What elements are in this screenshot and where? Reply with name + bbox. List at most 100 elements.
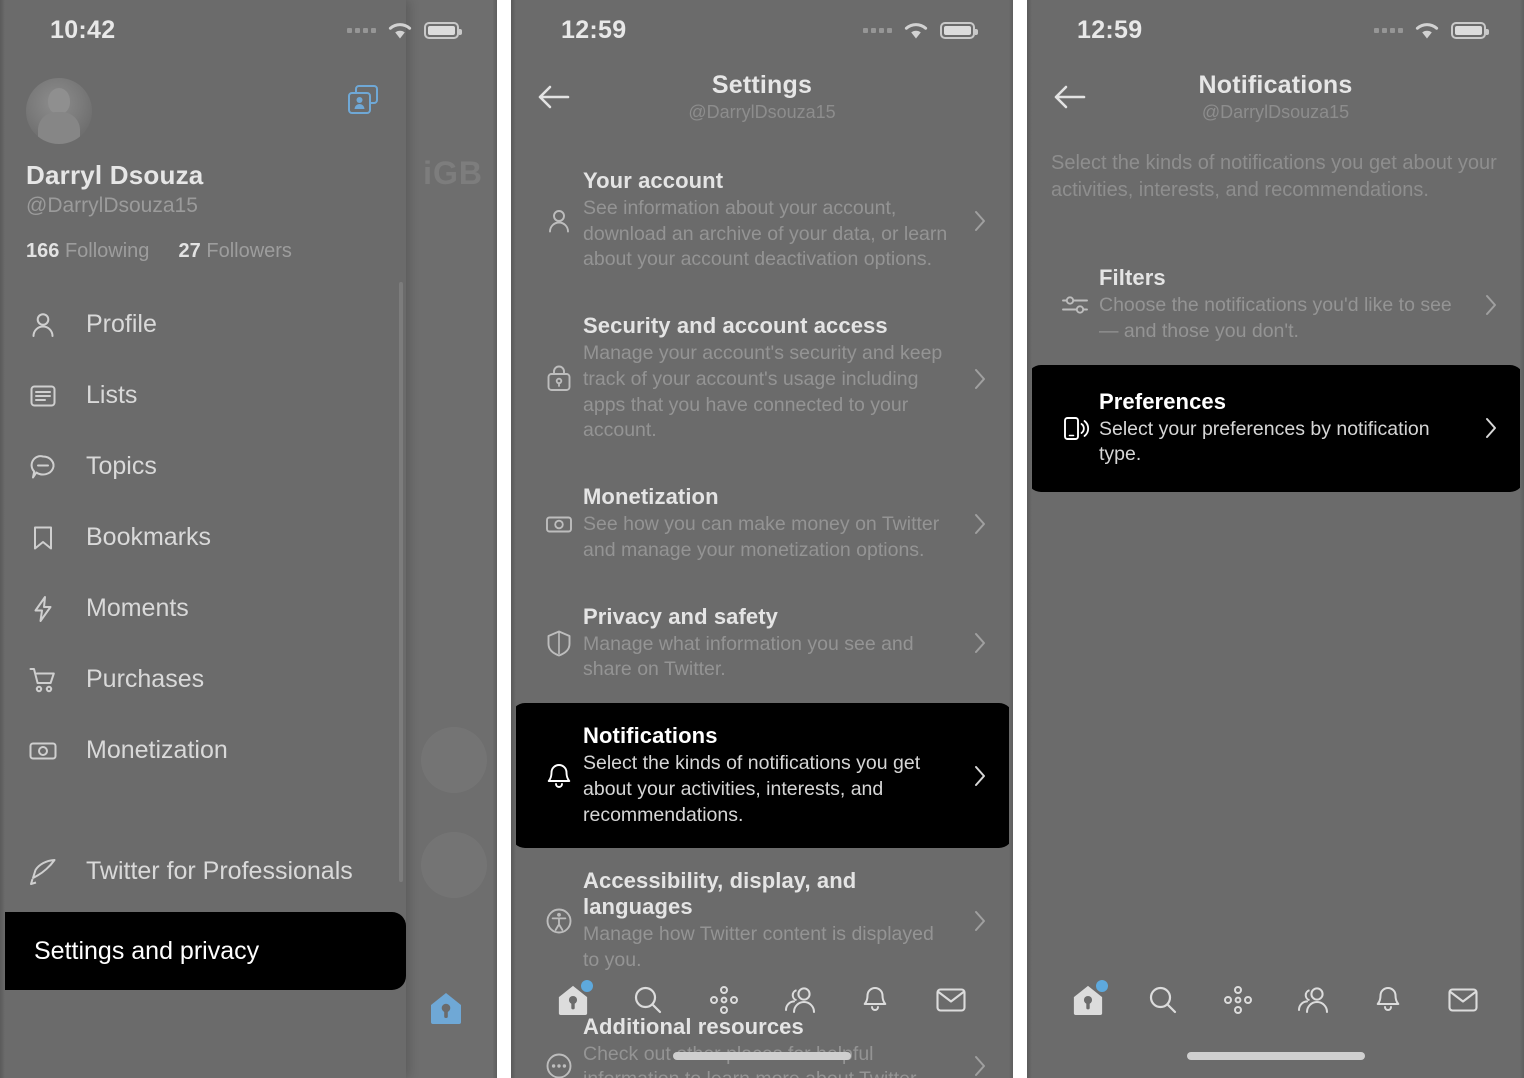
settings-row-title: Accessibility, display, and languages — [583, 868, 857, 920]
switch-account-icon[interactable] — [346, 84, 380, 116]
sidebar-item-lists[interactable]: Lists — [0, 360, 406, 431]
sidebar-item-profile[interactable]: Profile — [0, 289, 406, 360]
bookmark-icon — [26, 523, 60, 553]
chevron-right-icon — [1478, 293, 1504, 317]
panel-gap — [497, 0, 511, 1078]
phone-panel-drawer: iGB 10:42 Darryl Dsouza @DarrylDsouza15 … — [0, 0, 497, 1078]
three-phone-screenshot-stage: iGB 10:42 Darryl Dsouza @DarrylDsouza15 … — [0, 0, 1524, 1078]
signal-dots-icon — [863, 27, 892, 33]
chevron-right-icon — [967, 909, 993, 933]
notifications-row-filters[interactable]: Filters Choose the notifications you'd l… — [1027, 245, 1524, 364]
status-bar: 12:59 — [511, 0, 1013, 60]
sidebar-item-twitter-for-professionals[interactable]: Twitter for Professionals — [0, 836, 406, 907]
settings-and-privacy-row[interactable]: Settings and privacy — [0, 912, 406, 990]
notifications-page-header: Notifications @DarrylDsouza15 — [1027, 60, 1524, 134]
wifi-icon — [1414, 21, 1440, 40]
drawer-scrollbar[interactable] — [399, 282, 403, 882]
page-titles: Notifications @DarrylDsouza15 — [1051, 71, 1500, 123]
background-avatar — [421, 727, 487, 793]
sidebar-item-monetization[interactable]: Monetization — [0, 715, 406, 786]
filter-sliders-icon — [1051, 290, 1099, 320]
communities-tab[interactable] — [1284, 977, 1342, 1023]
notifications-description: Select the kinds of notifications you ge… — [1051, 152, 1497, 201]
settings-row-monetization[interactable]: Monetization See how you can make money … — [511, 464, 1013, 583]
ellipsis-circle-icon — [535, 1051, 583, 1078]
back-arrow-icon[interactable] — [537, 84, 571, 110]
messages-mail-tab[interactable] — [1434, 977, 1492, 1023]
settings-row-description: Choose the notifications you'd like to s… — [1099, 294, 1452, 342]
sidebar-item-label: Bookmarks — [86, 523, 212, 551]
drawer-menu: Profile Lists Topics Bookmarks Moments P… — [0, 289, 406, 907]
sidebar-item-bookmarks[interactable]: Bookmarks — [0, 502, 406, 573]
page-title: Notifications — [1198, 71, 1353, 99]
search-tab[interactable] — [619, 977, 677, 1023]
spaces-tab[interactable] — [695, 977, 753, 1023]
sidebar-item-topics[interactable]: Topics — [0, 431, 406, 502]
wifi-icon — [903, 21, 929, 40]
notifications-bell-tab[interactable] — [1359, 977, 1417, 1023]
money-bill-icon — [26, 736, 60, 766]
chevron-right-icon — [967, 209, 993, 233]
user-avatar[interactable] — [26, 78, 92, 144]
bell-icon — [535, 761, 583, 791]
person-icon — [535, 206, 583, 236]
settings-row-notifications[interactable]: Notifications Select the kinds of notifi… — [511, 703, 1013, 849]
settings-row-title: Privacy and safety — [583, 603, 779, 629]
lock-icon — [535, 364, 583, 394]
chevron-right-icon — [967, 764, 993, 788]
sidebar-item-label: Profile — [86, 310, 157, 338]
page-subtitle: @DarrylDsouza15 — [1201, 102, 1350, 122]
notifications-bell-tab[interactable] — [846, 977, 904, 1023]
settings-row-description: Manage how Twitter content is displayed … — [583, 923, 934, 972]
background-avatar — [421, 832, 487, 898]
battery-icon — [940, 21, 978, 39]
following-label: Following — [64, 240, 150, 262]
following-count[interactable]: 166 — [26, 240, 59, 262]
person-icon — [26, 310, 60, 340]
settings-and-privacy-label: Settings and privacy — [34, 936, 260, 965]
settings-row-security-and-account-access[interactable]: Security and account access Manage your … — [511, 293, 1013, 464]
chevron-right-icon — [967, 367, 993, 391]
settings-row-accessibility-display-and-languages[interactable]: Accessibility, display, and languages Ma… — [511, 848, 1013, 993]
settings-row-your-account[interactable]: Your account See information about your … — [511, 148, 1013, 293]
followers-count[interactable]: 27 — [179, 240, 201, 262]
notifications-list: Filters Choose the notifications you'd l… — [1027, 245, 1524, 493]
signal-dots-icon — [1374, 27, 1403, 33]
status-bar: 10:42 — [0, 0, 497, 60]
unread-badge — [580, 980, 593, 992]
sidebar-item-purchases[interactable]: Purchases — [0, 644, 406, 715]
communities-tab[interactable] — [771, 977, 829, 1023]
spaces-tab[interactable] — [1209, 977, 1267, 1023]
profile-display-name: Darryl Dsouza — [26, 160, 204, 190]
sidebar-item-label: Topics — [86, 452, 157, 480]
settings-list: Your account See information about your … — [511, 148, 1013, 1078]
settings-row-body: Notifications Select the kinds of notifi… — [583, 723, 967, 828]
followers-label: Followers — [206, 240, 292, 262]
search-tab[interactable] — [1134, 977, 1192, 1023]
profile-follow-stats: 166 Following 27 Followers — [26, 240, 380, 263]
notifications-row-preferences[interactable]: Preferences Select your preferences by n… — [1027, 364, 1524, 493]
birdhouse-home-tab[interactable] — [1059, 977, 1117, 1023]
back-arrow-icon[interactable] — [1053, 84, 1087, 110]
sidebar-item-label: Purchases — [86, 665, 205, 693]
page-subtitle: @DarrylDsouza15 — [688, 102, 836, 122]
settings-row-privacy-and-safety[interactable]: Privacy and safety Manage what informati… — [511, 584, 1013, 703]
shopping-cart-icon — [26, 665, 60, 695]
topic-bubble-icon — [26, 452, 60, 482]
money-bill-icon — [535, 509, 583, 539]
birdhouse-home-tab[interactable] — [544, 977, 602, 1023]
messages-mail-tab[interactable] — [922, 977, 980, 1023]
birdhouse-home-icon[interactable] — [428, 991, 464, 1025]
settings-row-title: Your account — [583, 168, 724, 193]
page-title: Settings — [711, 71, 813, 99]
panel-gap — [1013, 0, 1027, 1078]
settings-row-description: Manage your account's security and keep … — [583, 342, 943, 442]
list-icon — [26, 381, 60, 411]
status-time: 12:59 — [561, 15, 627, 44]
phone-vibrate-icon — [1051, 413, 1099, 443]
home-indicator — [1186, 1052, 1365, 1060]
unread-badge — [1096, 980, 1109, 992]
chevron-right-icon — [1478, 416, 1504, 440]
sidebar-item-moments[interactable]: Moments — [0, 573, 406, 644]
settings-row-title: Preferences — [1099, 388, 1227, 414]
